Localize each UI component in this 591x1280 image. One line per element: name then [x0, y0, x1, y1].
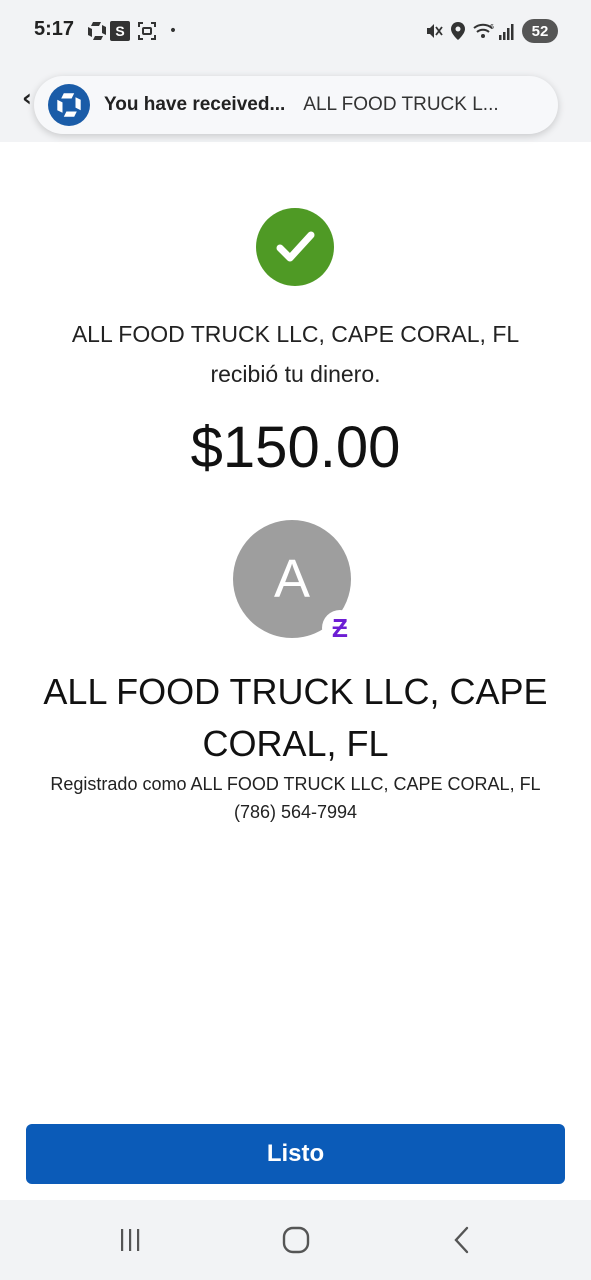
status-time: 5:17 — [34, 18, 75, 40]
zelle-icon: Ƶ — [322, 610, 358, 646]
payment-amount: $150.00 — [190, 415, 401, 480]
success-check-icon — [256, 208, 334, 286]
recipient-name: ALL FOOD TRUCK LLC, CAPE CORAL, FL — [43, 671, 548, 764]
notification-banner[interactable]: You have received... ALL FOOD TRUCK L... — [34, 76, 558, 134]
chase-logo-icon — [48, 84, 90, 126]
recipient-phone: (786) 564-7994 — [233, 802, 358, 822]
s-app-icon: S — [110, 21, 130, 41]
svg-text:6: 6 — [490, 24, 494, 31]
chase-icon — [86, 20, 108, 42]
recent-apps-icon[interactable] — [110, 1222, 150, 1258]
done-button[interactable]: Listo — [26, 1124, 565, 1184]
registered-as-text: Registrado como ALL FOOD TRUCK LLC, CAPE… — [50, 774, 541, 794]
wifi-icon: 6 — [472, 20, 496, 42]
location-icon — [450, 20, 466, 42]
status-bar: 5:17 S • 6 52 — [0, 0, 591, 62]
nav-back-icon[interactable] — [442, 1222, 482, 1258]
signal-icon — [498, 20, 516, 42]
confirmation-message-line1: ALL FOOD TRUCK LLC, CAPE CORAL, FL — [71, 321, 520, 347]
confirmation-message: ALL FOOD TRUCK LLC, CAPE CORAL, FL recib… — [0, 314, 591, 394]
confirmation-message-line2: recibió tu dinero. — [210, 361, 381, 387]
system-nav-bar — [0, 1200, 591, 1280]
mute-icon — [424, 20, 444, 42]
notification-subtitle: ALL FOOD TRUCK L... — [303, 94, 499, 115]
screenshot-icon — [136, 20, 158, 42]
home-icon[interactable] — [276, 1222, 316, 1258]
notification-title: You have received... — [104, 94, 286, 115]
notification-dot: • — [168, 23, 178, 39]
back-icon[interactable]: ‹ — [22, 84, 32, 112]
battery-icon: 52 — [522, 19, 558, 43]
